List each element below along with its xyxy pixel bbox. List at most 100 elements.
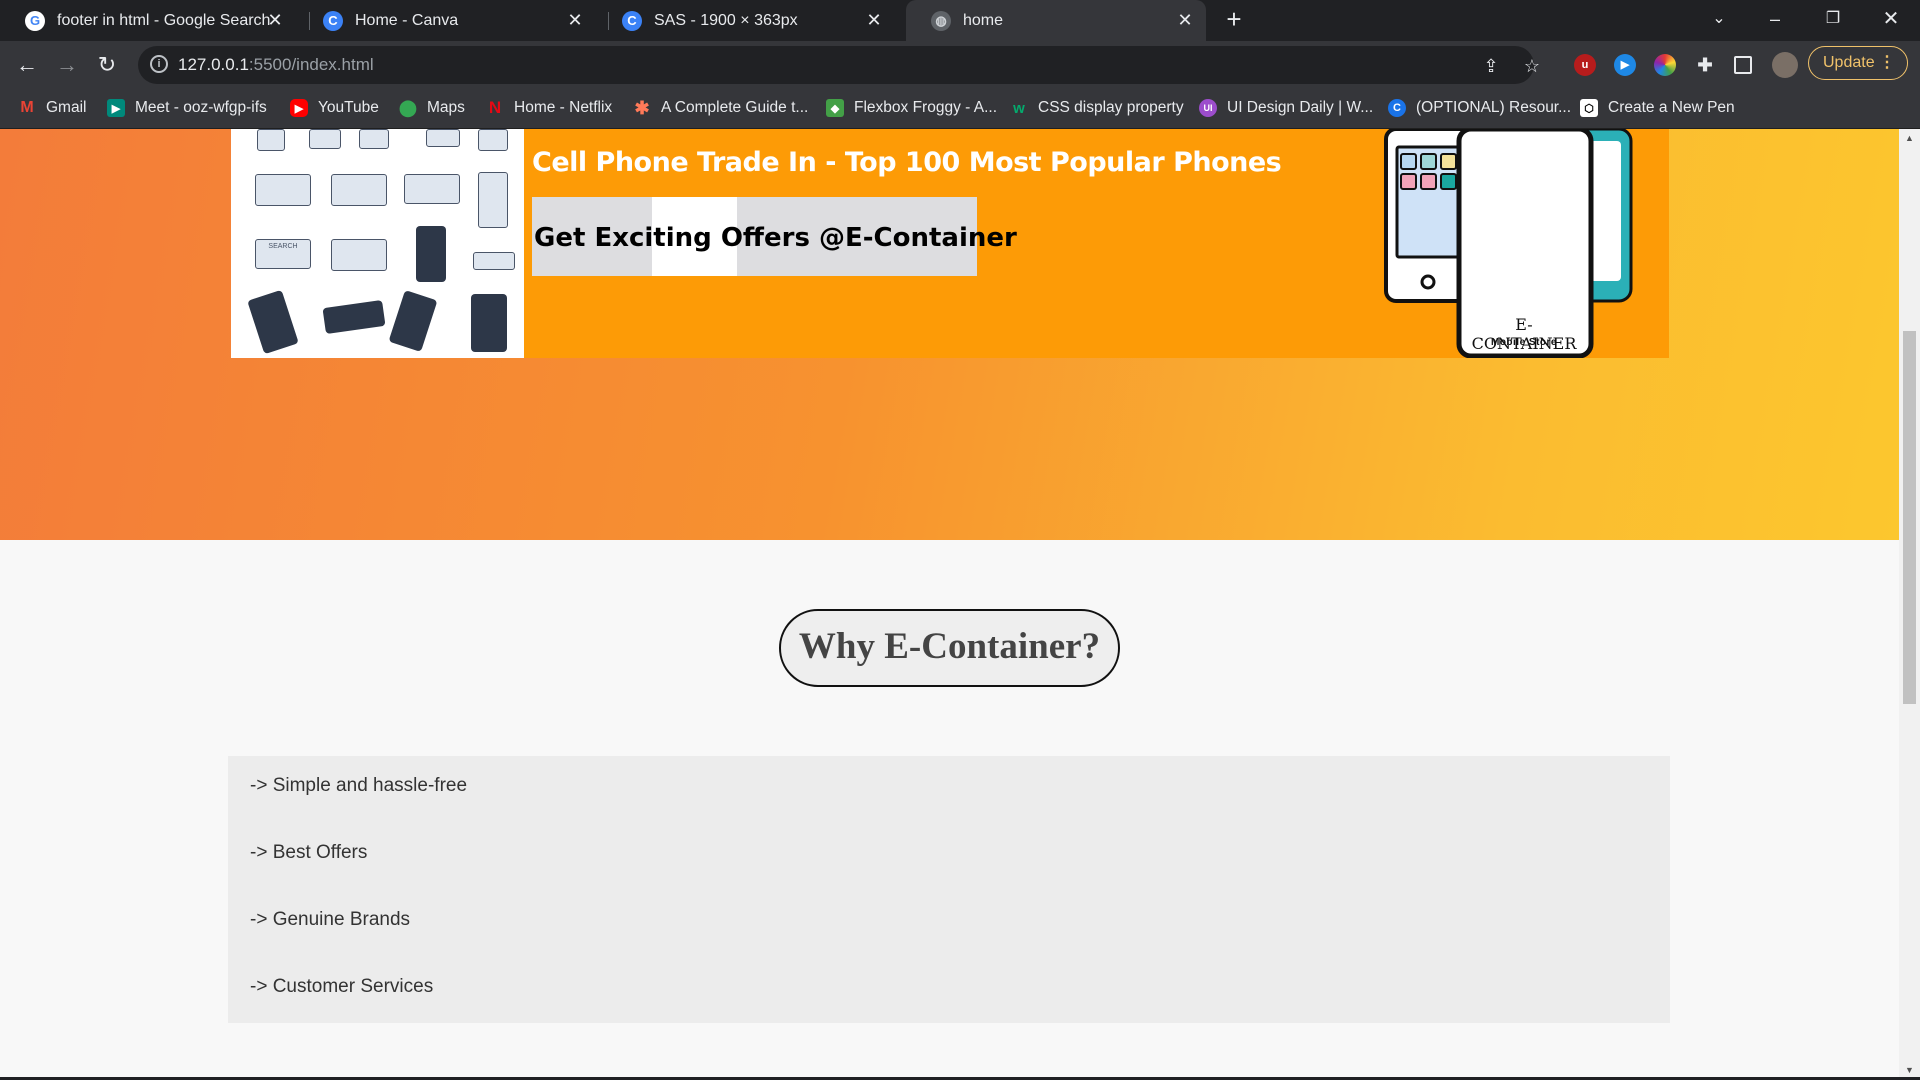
site-info-icon[interactable]: i — [150, 55, 168, 73]
bookmark-netflix[interactable]: N Home - Netflix — [486, 97, 612, 119]
url-text[interactable]: 127.0.0.1:5500/index.html — [178, 55, 374, 75]
vertical-scrollbar[interactable]: ▲ ▼ — [1899, 129, 1920, 1080]
list-item: -> Best Offers — [250, 842, 368, 863]
close-icon[interactable]: ✕ — [865, 11, 883, 29]
bookmark-maps[interactable]: ⬤ Maps — [399, 97, 465, 119]
close-icon[interactable]: ✕ — [1176, 11, 1194, 29]
ublock-icon[interactable]: u — [1574, 54, 1596, 76]
frog-icon: ◆ — [826, 99, 844, 117]
offer-box: Get Exciting Offers @E-Container — [532, 197, 1017, 276]
close-icon[interactable]: ✕ — [566, 11, 584, 29]
phone-thumb — [331, 239, 387, 271]
bookmark-ui-design-daily[interactable]: UI UI Design Daily | W... — [1199, 97, 1373, 119]
side-panel-icon[interactable] — [1734, 56, 1752, 74]
new-tab-button[interactable]: + — [1222, 6, 1246, 32]
canva-icon: C — [622, 10, 642, 31]
back-arrow-icon[interactable]: ← — [12, 50, 42, 80]
bookmark-youtube[interactable]: ▶ YouTube — [290, 97, 379, 119]
scroll-down-arrow-icon[interactable]: ▼ — [1904, 1065, 1915, 1075]
scrollbar-thumb[interactable] — [1903, 331, 1916, 704]
forward-arrow-icon[interactable]: → — [52, 50, 82, 80]
update-button[interactable]: Update ⋮ — [1808, 46, 1908, 80]
list-item: -> Customer Services — [250, 976, 434, 997]
bookmark-label: YouTube — [318, 99, 379, 116]
phone-grid-illustration: SEARCH — [231, 129, 524, 358]
phone-thumb-dark — [247, 289, 299, 355]
phone-thumb-dark — [471, 294, 507, 352]
phone-thumb — [331, 174, 387, 206]
tab-title: footer in html - Google Search — [57, 11, 271, 29]
ui-icon: UI — [1199, 99, 1217, 117]
address-bar[interactable]: i 127.0.0.1:5500/index.html ⇪ ☆ — [138, 46, 1540, 84]
bookmark-optional-resources[interactable]: C (OPTIONAL) Resour... — [1388, 97, 1571, 119]
bookmark-flexbox-froggy[interactable]: ◆ Flexbox Froggy - A... — [826, 97, 997, 119]
bookmark-label: CSS display property — [1038, 99, 1184, 116]
bookmark-codepen[interactable]: ⬡ Create a New Pen — [1580, 97, 1735, 119]
bookmark-meet[interactable]: ▶ Meet - ooz-wfgp-ifs — [107, 97, 267, 119]
meet-icon: ▶ — [107, 99, 125, 117]
url-host: 127.0.0.1 — [178, 55, 249, 74]
phone-thumb — [255, 174, 311, 206]
banner-headline: Cell Phone Trade In - Top 100 Most Popul… — [532, 147, 1282, 178]
tab-strip: G footer in html - Google Search ✕ C Hom… — [0, 0, 1920, 41]
netflix-icon: N — [488, 98, 502, 117]
phone-thumb — [473, 252, 515, 270]
scroll-up-arrow-icon[interactable]: ▲ — [1904, 133, 1915, 143]
c-icon: C — [1388, 99, 1406, 117]
brand-subtitle: Mobile Store — [1490, 337, 1557, 348]
share-icon[interactable]: ⇪ — [1480, 55, 1502, 77]
bookmark-css-tricks[interactable]: ✱ A Complete Guide t... — [633, 97, 808, 119]
bookmark-label: (OPTIONAL) Resour... — [1416, 99, 1572, 116]
extension-blue-icon[interactable]: ▶ — [1614, 54, 1636, 76]
tab-home-active[interactable]: ◍ home ✕ — [906, 0, 1206, 41]
toolbar: ← → ↻ i 127.0.0.1:5500/index.html ⇪ ☆ u … — [0, 41, 1920, 88]
tab-google-search[interactable]: G footer in html - Google Search ✕ — [0, 0, 296, 41]
bookmark-label: Meet - ooz-wfgp-ifs — [135, 99, 267, 116]
phone-thumb — [309, 129, 341, 149]
tab-title: SAS - 1900 × 363px — [654, 11, 798, 29]
asterisk-icon: ✱ — [634, 97, 650, 118]
page-viewport: SEARCH Cell Phone Trade In - Top 100 Mos… — [0, 129, 1899, 1080]
color-picker-icon[interactable] — [1654, 54, 1676, 76]
why-section-title: Why E-Container? — [779, 609, 1120, 687]
phone-thumb-dark — [322, 299, 386, 335]
tab-home-canva[interactable]: C Home - Canva ✕ — [298, 0, 596, 41]
phone-thumb-dark — [388, 290, 438, 352]
restore-icon[interactable]: ❐ — [1818, 4, 1848, 34]
bookmark-css-display[interactable]: w CSS display property — [1010, 97, 1184, 119]
tab-sas-canva[interactable]: C SAS - 1900 × 363px ✕ — [597, 0, 895, 41]
offer-text: Get Exciting Offers @E-Container — [534, 223, 1017, 253]
bookmarks-bar: M Gmail ▶ Meet - ooz-wfgp-ifs ▶ YouTube ⬤ Ma… — [0, 88, 1920, 129]
bookmark-gmail[interactable]: M Gmail — [18, 97, 86, 119]
w3-icon: w — [1013, 99, 1025, 117]
star-icon[interactable]: ☆ — [1521, 55, 1543, 77]
puzzle-extensions-icon[interactable]: ✚ — [1694, 54, 1716, 76]
list-item: -> Genuine Brands — [250, 909, 411, 930]
phone-thumb — [478, 129, 508, 151]
close-window-icon[interactable]: ✕ — [1876, 4, 1906, 34]
phone-thumb — [359, 129, 389, 149]
canva-icon: C — [323, 10, 343, 31]
list-item: -> Simple and hassle-free — [250, 775, 468, 796]
phone-thumb-search: SEARCH — [255, 239, 311, 269]
why-features-list: -> Simple and hassle-free -> Best Offers… — [228, 756, 1670, 1023]
minimize-icon[interactable]: – — [1760, 4, 1790, 34]
phone-thumb — [404, 174, 460, 204]
bookmark-label: Gmail — [46, 99, 87, 116]
tab-search-chevron-icon[interactable]: ⌄ — [1704, 4, 1734, 34]
codepen-icon: ⬡ — [1580, 99, 1598, 117]
bookmark-label: Maps — [427, 99, 465, 116]
reload-icon[interactable]: ↻ — [92, 50, 122, 80]
close-icon[interactable]: ✕ — [266, 11, 284, 29]
avatar[interactable] — [1772, 52, 1798, 78]
promo-banner: SEARCH Cell Phone Trade In - Top 100 Mos… — [231, 129, 1669, 358]
phone-thumb — [257, 129, 285, 151]
browser-chrome: G footer in html - Google Search ✕ C Hom… — [0, 0, 1920, 129]
globe-icon: ◍ — [931, 10, 951, 31]
hero-section: SEARCH Cell Phone Trade In - Top 100 Mos… — [0, 129, 1899, 540]
phone-thumb — [478, 172, 508, 228]
url-path: :5500/index.html — [248, 55, 374, 74]
bookmark-label: UI Design Daily | W... — [1227, 99, 1374, 116]
bookmark-label: Create a New Pen — [1608, 99, 1735, 116]
more-vertical-icon: ⋮ — [1879, 54, 1895, 71]
